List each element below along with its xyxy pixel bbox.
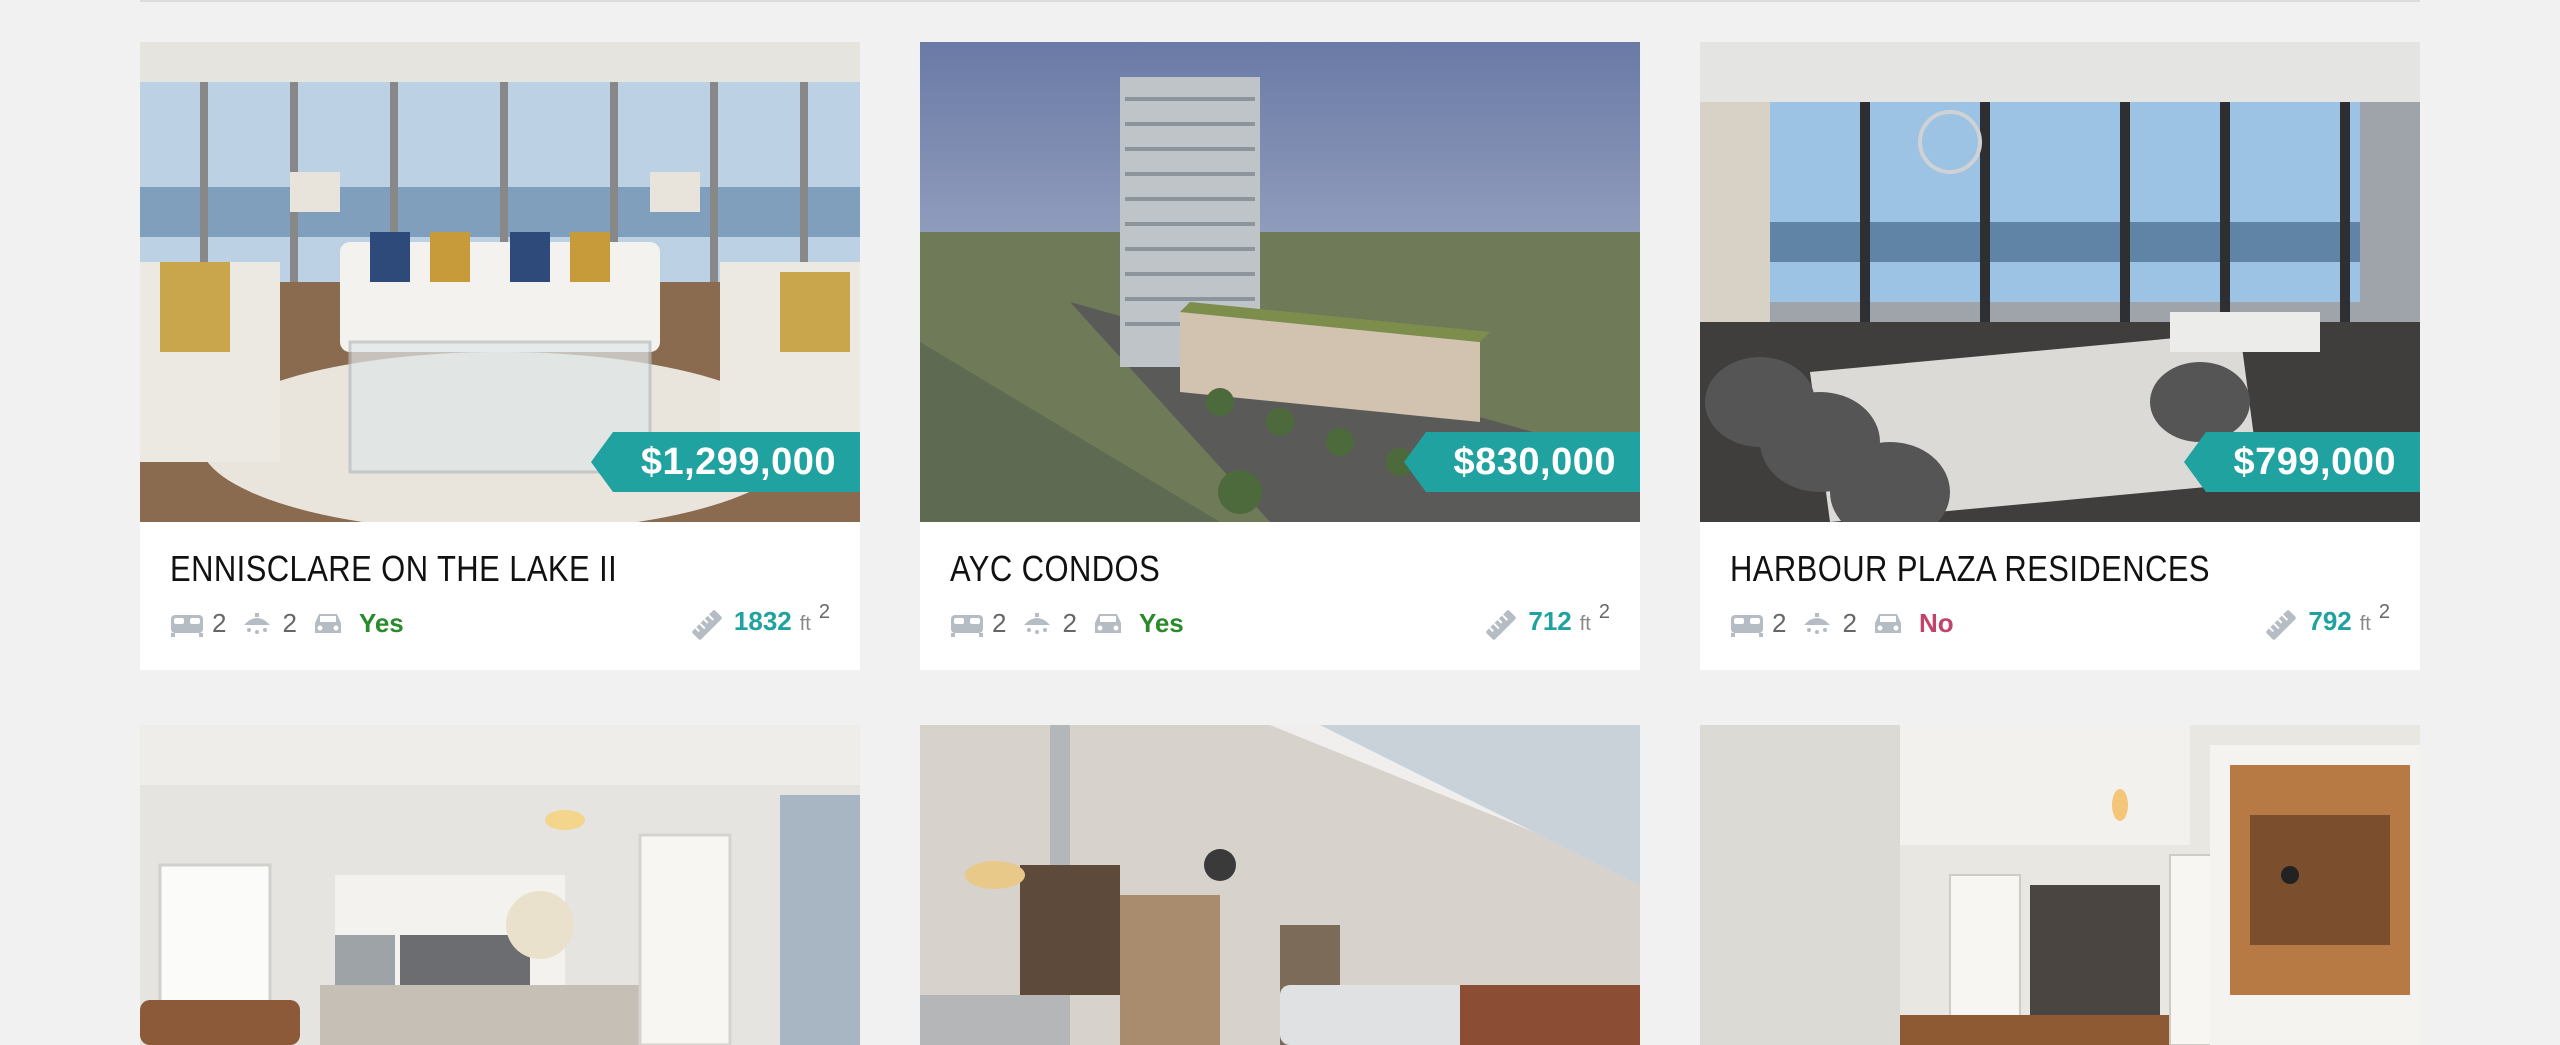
listing-card[interactable] <box>920 725 1640 1045</box>
listing-area: 792 ft 2 <box>2262 601 2390 644</box>
listing-area: 1832 ft 2 <box>688 601 830 644</box>
parking-status: No <box>1918 608 1954 638</box>
bath-icon <box>244 612 271 634</box>
parking-status: Yes <box>1138 608 1184 638</box>
area-superscript: 2 <box>818 601 830 623</box>
area-value: 712 <box>1528 606 1572 636</box>
listing-card[interactable] <box>140 725 860 1045</box>
car-icon <box>314 613 341 633</box>
area-unit: ft <box>799 613 811 635</box>
listing-card[interactable] <box>1700 725 2420 1045</box>
bed-icon <box>951 614 983 637</box>
price-tag: $799,000 <box>2183 432 2420 492</box>
listing-photo[interactable]: $1,299,000 <box>140 42 860 522</box>
listing-photo[interactable] <box>920 725 1640 1045</box>
ruler-icon <box>2266 610 2297 640</box>
listing-specs: 2 2 Yes <box>950 608 1184 639</box>
bed-icon <box>1731 614 1763 637</box>
price-tag: $830,000 <box>1403 432 1640 492</box>
area-unit: ft <box>1579 613 1591 635</box>
bath-icon <box>1024 612 1051 634</box>
listing-title[interactable]: ENNISCLARE ON THE LAKE II <box>170 548 738 590</box>
area-value: 1832 <box>733 606 792 636</box>
top-divider <box>140 0 2420 2</box>
area-superscript: 2 <box>2378 601 2390 623</box>
listing-photo[interactable]: $830,000 <box>920 42 1640 522</box>
listing-title[interactable]: HARBOUR PLAZA RESIDENCES <box>1730 548 2298 590</box>
bed-count: 2 <box>212 608 227 638</box>
bath-icon <box>1804 612 1831 634</box>
area-superscript: 2 <box>1598 601 1610 623</box>
listing-card[interactable]: $830,000 AYC CONDOS 2 2 Yes 712 ft 2 <box>920 42 1640 670</box>
listing-card[interactable]: $799,000 HARBOUR PLAZA RESIDENCES 2 2 No… <box>1700 42 2420 670</box>
listing-specs: 2 2 Yes <box>170 608 404 639</box>
bath-count: 2 <box>1062 608 1077 638</box>
parking-status: Yes <box>358 608 404 638</box>
bed-count: 2 <box>992 608 1007 638</box>
listing-area: 712 ft 2 <box>1482 601 1610 644</box>
listing-grid: $1,299,000 ENNISCLARE ON THE LAKE II 2 2… <box>140 42 2420 1045</box>
ruler-icon <box>1486 610 1517 640</box>
listing-photo[interactable] <box>1700 725 2420 1045</box>
car-icon <box>1094 613 1121 633</box>
listing-specs: 2 2 No <box>1730 608 1954 639</box>
area-value: 792 <box>2308 606 2352 636</box>
price-tag: $1,299,000 <box>590 432 860 492</box>
ruler-icon <box>692 610 722 640</box>
bed-count: 2 <box>1772 608 1787 638</box>
car-icon <box>1874 613 1901 633</box>
listing-photo[interactable]: $799,000 <box>1700 42 2420 522</box>
bed-icon <box>171 614 203 637</box>
bath-count: 2 <box>1842 608 1857 638</box>
area-unit: ft <box>2359 613 2371 635</box>
listing-card[interactable]: $1,299,000 ENNISCLARE ON THE LAKE II 2 2… <box>140 42 860 670</box>
bath-count: 2 <box>282 608 297 638</box>
listing-title[interactable]: AYC CONDOS <box>950 548 1518 590</box>
listing-photo[interactable] <box>140 725 860 1045</box>
